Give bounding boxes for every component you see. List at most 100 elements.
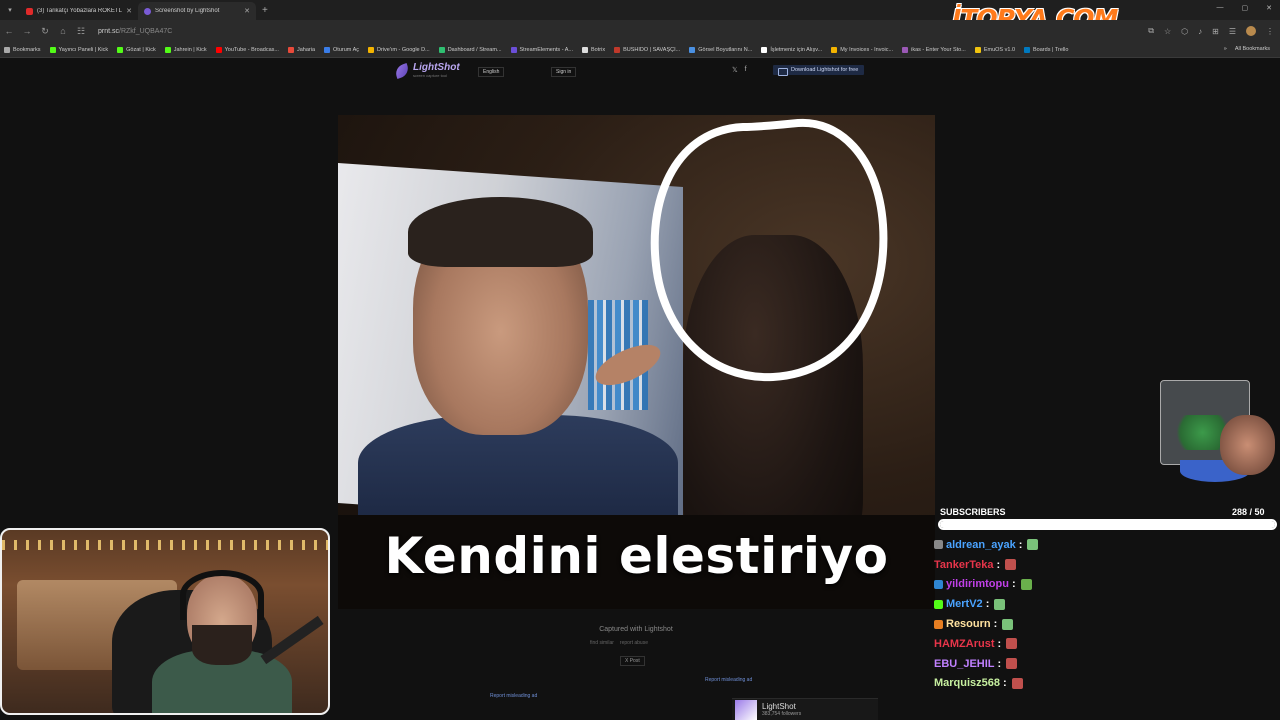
chat-message: EBU_JEHIL :: [934, 654, 1274, 674]
bookmark-label: Jahrein | Kick: [173, 46, 207, 53]
chat-username[interactable]: yildirimtopu: [946, 578, 1009, 590]
chat-username[interactable]: TankerTeka: [934, 559, 994, 571]
sign-in-button[interactable]: Sign in: [551, 67, 577, 77]
beard: [192, 625, 252, 665]
close-tab-icon[interactable]: ✕: [126, 7, 132, 15]
chat-username[interactable]: aldrean_ayak: [946, 539, 1016, 551]
menu-icon[interactable]: ⋮: [1266, 27, 1274, 36]
extension-icon[interactable]: ⬡: [1181, 27, 1188, 36]
bookmark-item[interactable]: StreamElements - A...: [510, 46, 573, 53]
maximize-button[interactable]: ▢: [1242, 4, 1249, 12]
tab-lightshot[interactable]: Screenshot by Lightshot ✕: [138, 2, 256, 20]
downloads-icon[interactable]: ☰: [1229, 27, 1236, 36]
url-field[interactable]: prnt.sc/RZkf_UQBA47C: [98, 28, 172, 35]
install-icon[interactable]: ⧉: [1148, 26, 1154, 36]
bookmark-item[interactable]: Drive'ım - Google D...: [368, 46, 430, 53]
bookmark-favicon-icon: [438, 46, 445, 53]
user-badge-icon: [934, 599, 943, 609]
bookmark-item[interactable]: Bookmarks: [4, 46, 41, 53]
language-select[interactable]: English: [478, 67, 505, 77]
chat-message: HAMZArust :: [934, 634, 1274, 654]
bookmark-favicon-icon: [831, 46, 838, 53]
bookmark-label: Boards | Trello: [1033, 46, 1069, 53]
chat-message: TankerTeka :: [934, 555, 1274, 575]
lightshot-header: LightShot screen capture tool English Si…: [0, 58, 1280, 86]
x-post-button[interactable]: X Post: [620, 656, 645, 666]
screenshot-image[interactable]: Kendini elestiriyo: [338, 115, 935, 609]
bookmark-favicon-icon: [1024, 46, 1031, 53]
chat-username[interactable]: Resourn: [946, 618, 991, 630]
minimize-button[interactable]: —: [1217, 4, 1224, 12]
find-similar-link[interactable]: find similar: [590, 640, 614, 646]
tab-kick-stream[interactable]: (3) Tarikatçı Yobazlara ROKETLİ ✕: [20, 2, 138, 20]
bookmark-item[interactable]: BUSHIDO | SAVAŞÇI...: [614, 46, 681, 53]
facebook-icon[interactable]: f: [745, 66, 747, 74]
bookmark-label: Bookmarks: [13, 46, 41, 53]
feather-icon: [393, 62, 411, 79]
bookmark-item[interactable]: YouTube - Broadcas...: [215, 46, 279, 53]
bookmark-item[interactable]: EmuOS v1.0: [974, 46, 1015, 53]
lightshot-page-logo: [735, 699, 757, 720]
bookmark-favicon-icon: [368, 46, 374, 53]
bookmark-label: İşletmeniz için Alışv...: [770, 46, 823, 53]
reload-icon[interactable]: ↻: [36, 26, 54, 37]
download-button[interactable]: Download Lightshot for free: [773, 65, 865, 76]
close-tab-icon[interactable]: ✕: [244, 7, 250, 15]
bookmark-favicon-icon: [49, 46, 56, 53]
chat-username[interactable]: MertV2: [946, 598, 983, 610]
chat-separator: :: [993, 618, 998, 631]
profile-avatar[interactable]: [1246, 26, 1256, 36]
tab-search-icon[interactable]: ▾: [0, 6, 20, 14]
report-ad-link[interactable]: Report misleading ad: [705, 677, 752, 683]
bookmark-item[interactable]: Oturum Aç: [324, 46, 359, 53]
bookmark-label: BUSHIDO | SAVAŞÇI...: [623, 46, 681, 53]
bookmark-item[interactable]: İşletmeniz için Alışv...: [761, 46, 823, 53]
site-info-icon[interactable]: ☷: [72, 26, 90, 37]
bookmark-item[interactable]: Botrix: [582, 46, 605, 53]
more-bookmarks-icon[interactable]: »: [1224, 46, 1227, 52]
chat-username[interactable]: EBU_JEHIL: [934, 658, 995, 670]
bookmark-item[interactable]: ikas - Enter Your Sto...: [902, 46, 966, 53]
twitter-icon[interactable]: 𝕏: [732, 66, 738, 74]
address-bar: ← → ↻ ⌂ ☷ prnt.sc/RZkf_UQBA47C ⧉ ☆ ⬡ ♪ ⊞…: [0, 20, 1280, 42]
star-icon[interactable]: ☆: [1164, 27, 1171, 36]
chat-username[interactable]: HAMZArust: [934, 638, 995, 650]
close-window-button[interactable]: ✕: [1266, 4, 1272, 12]
facebook-page-card[interactable]: LightShot 383,754 followers: [732, 698, 878, 720]
chat-username[interactable]: Marquisz568: [934, 677, 1000, 689]
follower-count: 383,754 followers: [762, 711, 802, 717]
puzzle-icon[interactable]: ⊞: [1212, 27, 1219, 36]
bookmark-favicon-icon: [215, 46, 222, 53]
bookmark-item[interactable]: My Invoices - Invoic...: [831, 46, 894, 53]
new-tab-button[interactable]: +: [262, 5, 268, 16]
bookmark-item[interactable]: Yayıncı Paneli | Kick: [49, 46, 108, 53]
toolbar-actions: ⧉ ☆ ⬡ ♪ ⊞ ☰ ⋮: [1148, 26, 1274, 36]
bookmark-item[interactable]: Görsel Boyutlarını N...: [689, 46, 753, 53]
lightshot-brand: LightShot: [413, 62, 460, 73]
hair: [408, 197, 593, 267]
chat-separator: :: [985, 598, 990, 611]
stream-chat: aldrean_ayak : TankerTeka : yildirimtopu :…: [934, 535, 1274, 693]
image-caption: Kendini elestiriyo: [384, 527, 889, 585]
subscribers-count: 288 / 50: [1232, 507, 1265, 517]
home-icon[interactable]: ⌂: [54, 26, 72, 36]
bookmark-item[interactable]: Jaharia: [287, 46, 315, 53]
bookmark-item[interactable]: Boards | Trello: [1024, 46, 1069, 53]
chat-separator: :: [1003, 677, 1007, 690]
bookmark-item[interactable]: Jahrein | Kick: [164, 46, 207, 53]
report-ad-link[interactable]: Report misleading ad: [490, 693, 537, 699]
captured-with-text: Captured with Lightshot: [599, 626, 673, 633]
audio-icon[interactable]: ♪: [1198, 27, 1202, 36]
bookmark-label: My Invoices - Invoic...: [840, 46, 894, 53]
bookmark-label: Görsel Boyutlarını N...: [698, 46, 753, 53]
lightshot-logo[interactable]: LightShot screen capture tool: [393, 62, 460, 79]
bookmark-favicon-icon: [761, 46, 768, 53]
all-bookmarks-button[interactable]: All Bookmarks: [1235, 46, 1270, 52]
emote-icon: [1002, 618, 1014, 630]
back-icon[interactable]: ←: [0, 26, 18, 36]
forward-icon[interactable]: →: [18, 26, 36, 36]
bookmark-item[interactable]: Gözat | Kick: [117, 46, 156, 53]
report-abuse-link[interactable]: report abuse: [620, 640, 648, 646]
emote-icon: [1027, 539, 1039, 551]
bookmark-item[interactable]: Dashboard / Stream...: [438, 46, 502, 53]
